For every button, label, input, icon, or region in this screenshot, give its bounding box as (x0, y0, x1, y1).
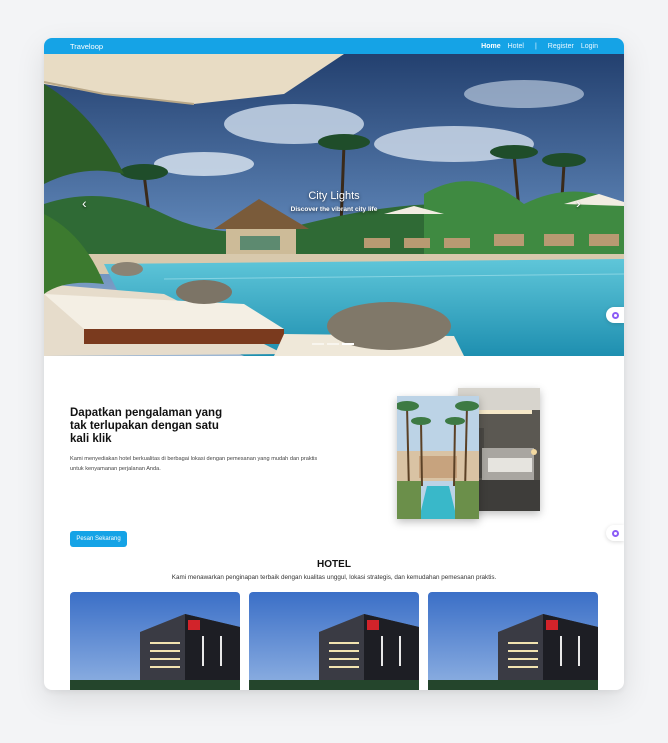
about-title: Dapatkan pengalaman yang tak terlupakan … (70, 407, 223, 445)
navbar: Traveloop Home Hotel | Register Login (44, 38, 624, 54)
carousel-indicator[interactable] (312, 343, 324, 345)
hero-image (44, 54, 624, 356)
chevron-left-icon[interactable]: ‹ (82, 196, 87, 210)
hotel-card[interactable] (428, 592, 598, 690)
nav-link-login[interactable]: Login (581, 43, 598, 50)
hotel-card[interactable] (249, 592, 419, 690)
accessibility-widget[interactable] (606, 307, 624, 323)
hotel-card-image (249, 592, 419, 690)
hotel-card[interactable] (70, 592, 240, 690)
hero-title: City Lights (308, 190, 360, 202)
nav-link-hotel[interactable]: Hotel (508, 43, 524, 50)
hero-carousel: City Lights Discover the vibrant city li… (44, 54, 624, 356)
accessibility-widget-secondary[interactable] (606, 525, 624, 541)
brand-logo[interactable]: Traveloop (70, 42, 103, 51)
nav-links: Home Hotel | Register Login (481, 43, 598, 50)
browser-page: Traveloop Home Hotel | Register Login Ci… (44, 38, 624, 690)
nav-separator: | (534, 42, 537, 50)
carousel-indicator-active[interactable] (342, 343, 354, 345)
hotel-card-image (428, 592, 598, 690)
hotel-section-description: Kami menawarkan penginapan terbaik denga… (171, 574, 497, 581)
carousel-indicator[interactable] (327, 343, 339, 345)
widget-icon (611, 311, 619, 319)
hotel-card-image (70, 592, 240, 690)
book-now-button[interactable]: Pesan Sekarang (70, 531, 127, 547)
nav-link-register[interactable]: Register (548, 43, 574, 50)
about-text: Kami menyediakan hotel berkualitas di be… (70, 456, 318, 472)
hero-subtitle: Discover the vibrant city life (290, 206, 378, 213)
resort-pool-photo (397, 396, 479, 519)
nav-link-home[interactable]: Home (481, 43, 500, 50)
widget-icon (611, 529, 619, 537)
hotel-section-title: HOTEL (317, 559, 351, 570)
chevron-right-icon[interactable]: › (576, 196, 581, 210)
carousel-indicators (312, 343, 354, 345)
